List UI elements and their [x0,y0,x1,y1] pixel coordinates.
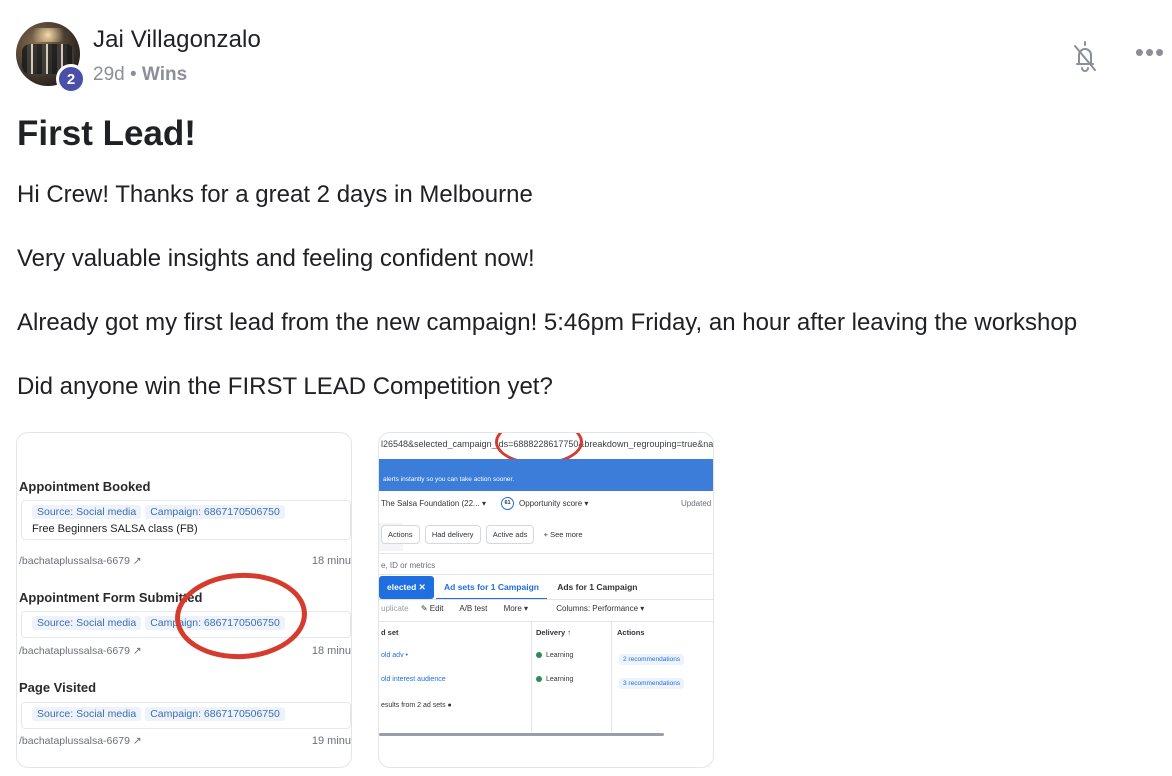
event-time: 18 minu [311,555,351,567]
source-tag: Source: Social media [32,505,142,519]
filter-active-ads: Active ads [485,525,535,544]
status-dot [536,676,542,683]
event-card: Source: Social media Campaign: 6867170506… [21,500,351,540]
status-dot [536,652,542,659]
category-label[interactable]: Wins [142,64,187,85]
source-tag: Source: Social media [32,616,142,630]
tab-ads: Ads for 1 Campaign [557,582,638,592]
horizontal-scrollbar [379,733,664,736]
event-title: Appointment Booked [19,479,151,494]
filter-actions: Actions [381,525,420,544]
score-icon: 61 [501,497,514,510]
edit-button: ✎ Edit [420,604,444,613]
recommendations-badge: 3 recommendations [619,678,685,689]
avatar-photo-light [26,28,70,42]
tab-selected: elected ✕ [379,576,434,599]
event-title: Page Visited [19,680,97,695]
ad-sets-table: d set Delivery ↑ Actions old adv • Learn… [379,621,713,731]
search-field: e, ID or metrics [379,553,713,575]
post-paragraph: Hi Crew! Thanks for a great 2 days in Me… [17,181,533,208]
see-more: + See more [543,530,583,539]
post-header: 2 Jai Villagonzalo 29d • Wins ••• [16,20,1164,94]
event-title: Appointment Form Submitted [19,590,203,605]
post-paragraph: Already got my first lead from the new c… [17,309,1078,336]
updated-label: Updated j [681,499,714,508]
post-title: First Lead! [17,114,196,153]
campaign-tag: Campaign: 6867170506750 [145,505,285,519]
recommendations-badge: 2 recommendations [619,654,685,665]
event-link: /bachataplussalsa-6679 ↗ [19,645,142,657]
more-options-icon[interactable]: ••• [1132,39,1168,72]
table-row-name: old adv • [381,652,408,659]
attachment-image-crm[interactable]: Appointment Booked Source: Social media C… [16,432,352,768]
ab-test-button: A/B test [459,604,488,613]
bell-off-icon[interactable] [1068,38,1102,76]
more-button: More ▾ [503,604,529,613]
column-header-delivery: Delivery ↑ [536,628,572,637]
post-paragraph: Did anyone win the FIRST LEAD Competitio… [17,373,553,400]
columns-button: Columns: Performance ▾ [556,604,645,613]
event-time: 18 minu [311,645,351,657]
event-time: 19 minu [311,735,351,747]
event-card: Source: Social media Campaign: 6867170506… [21,702,351,729]
author-name[interactable]: Jai Villagonzalo [93,26,261,54]
alert-banner: alerts instantly so you can take action … [379,459,713,491]
level-badge: 2 [56,64,86,94]
column-divider [531,621,532,731]
meta-separator: • [129,64,137,85]
duplicate-button: uplicate [381,604,409,613]
tab-ad-sets: Ad sets for 1 Campaign [436,576,547,600]
table-footer: esults from 2 ad sets ● [381,702,452,709]
post-paragraph: Very valuable insights and feeling confi… [17,245,535,272]
post-meta: 29d • Wins [93,64,187,86]
campaign-tag: Campaign: 6867170506750 [145,707,285,721]
column-header-actions: Actions [617,628,645,637]
time-ago: 29d [93,64,125,85]
attachment-image-ads-manager[interactable]: l26548&selected_campaign_ids=68882286177… [378,432,714,768]
opportunity-score: Opportunity score ▾ [519,499,589,508]
red-circle-annotation [172,569,310,663]
table-row-delivery: Learning [536,676,573,683]
column-header-ad-set: d set [381,628,399,637]
table-row-delivery: Learning [536,652,573,659]
event-note: Free Beginners SALSA class (FB) [32,523,198,535]
account-select: The Salsa Foundation (22... ▾ [381,499,486,508]
table-row-name: old interest audience [381,676,446,683]
event-link: /bachataplussalsa-6679 ↗ [19,735,142,747]
level-tabs: elected ✕ Ad sets for 1 Campaign Ads for… [379,574,713,600]
event-link: /bachataplussalsa-6679 ↗ [19,555,142,567]
table-toolbar: uplicate ✎ Edit A/B test More ▾ Columns:… [379,599,713,621]
column-divider [611,621,612,731]
source-tag: Source: Social media [32,707,142,721]
filter-had-delivery: Had delivery [424,525,481,544]
